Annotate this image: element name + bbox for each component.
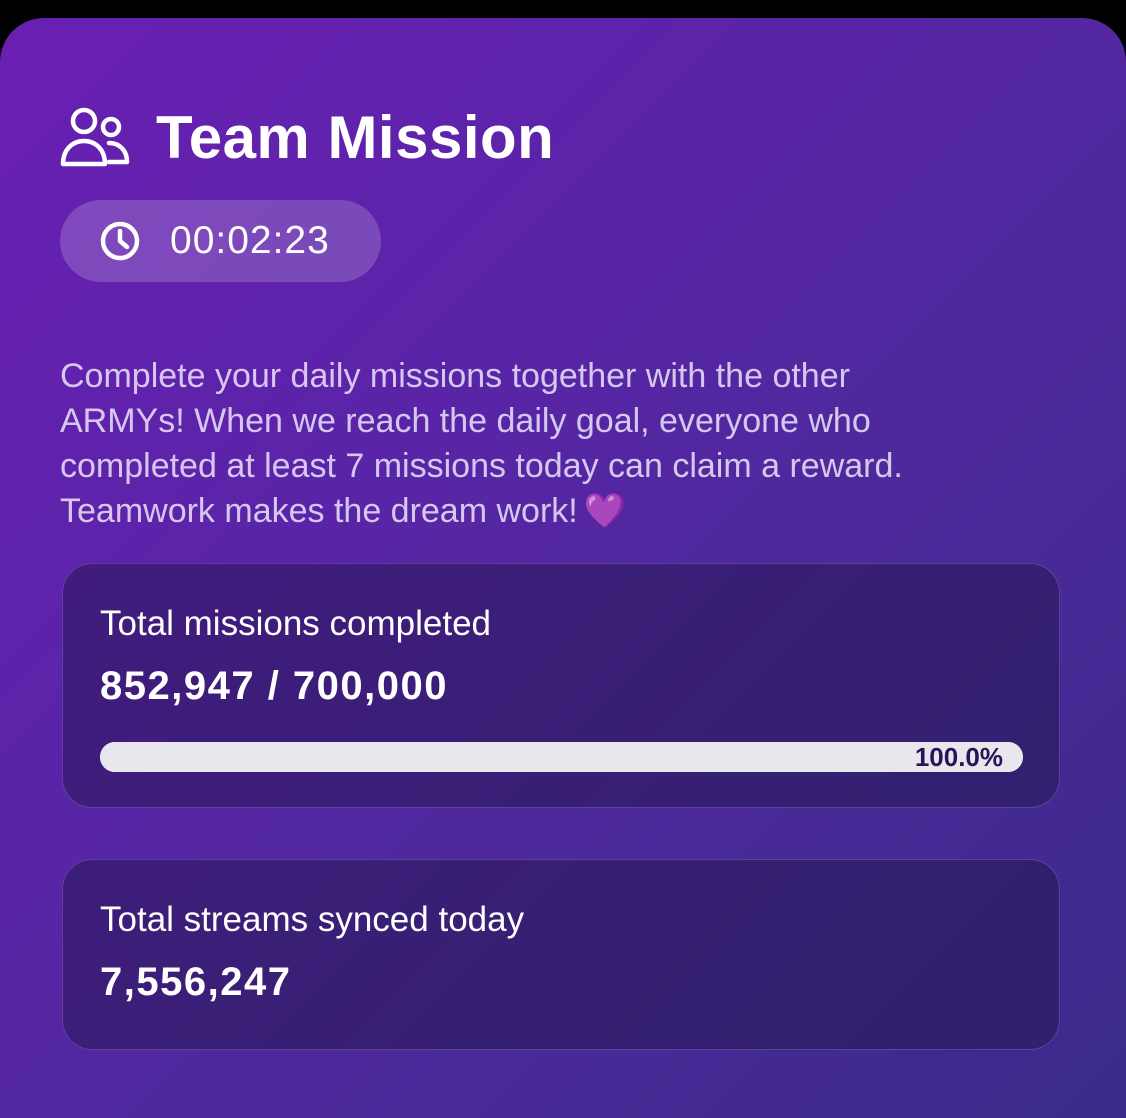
team-icon (60, 107, 130, 167)
streams-label: Total streams synced today (100, 900, 525, 939)
team-mission-card: Team Mission 00:02:23 Complete your dail… (0, 18, 1126, 1118)
description-line: Teamwork makes the dream work! 💜 (60, 489, 1020, 534)
missions-value: 852,947 / 700,000 (100, 664, 449, 708)
description-line: Complete your daily missions together wi… (60, 357, 850, 395)
missions-progress-text: 100.0% (914, 742, 1003, 772)
description-line: completed at least 7 missions today can … (60, 447, 903, 485)
missions-progress-bar: 100.0% (100, 742, 1023, 772)
mission-description: Complete your daily missions together wi… (60, 354, 1020, 534)
missions-stat-card: Total missions completed 852,947 / 700,0… (62, 563, 1060, 808)
clock-icon (100, 221, 140, 261)
streams-stat-card: Total streams synced today 7,556,247 (62, 859, 1060, 1050)
description-line-text: Teamwork makes the dream work! (60, 492, 578, 530)
description-line: ARMYs! When we reach the daily goal, eve… (60, 402, 871, 440)
page-title: Team Mission (156, 103, 555, 171)
missions-progress-fill (100, 742, 1023, 772)
card-header: Team Mission (60, 102, 554, 172)
purple-heart-icon: 💜 (583, 491, 627, 531)
missions-label: Total missions completed (100, 604, 491, 643)
streams-value: 7,556,247 (100, 960, 292, 1004)
timer-value: 00:02:23 (170, 219, 330, 262)
countdown-timer: 00:02:23 (60, 200, 381, 282)
